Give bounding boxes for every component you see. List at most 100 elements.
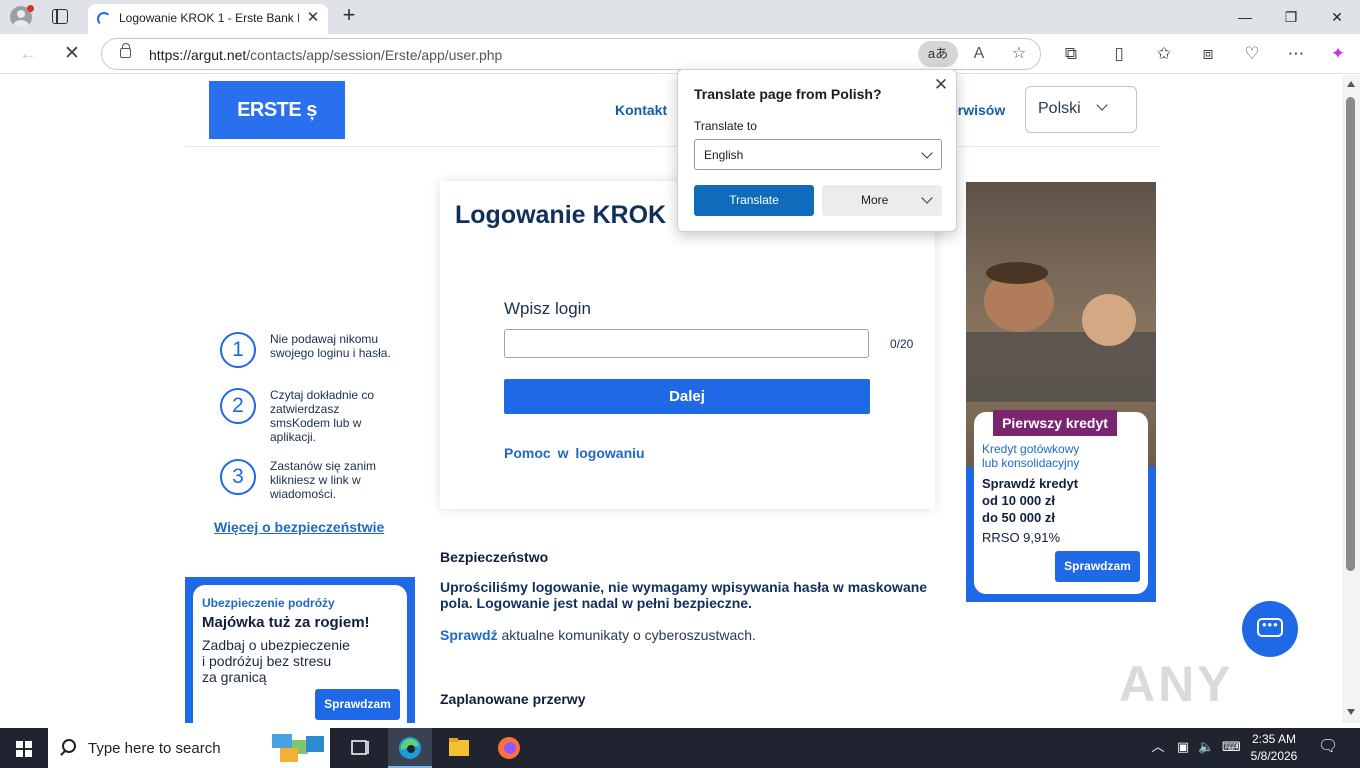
chevron-down-icon bbox=[1096, 99, 1108, 111]
translate-close-icon[interactable]: ✕ bbox=[933, 76, 949, 93]
next-button[interactable]: Dalej bbox=[504, 379, 870, 414]
search-icon bbox=[62, 739, 76, 753]
page-scrollbar[interactable] bbox=[1342, 75, 1360, 723]
promo-check-button[interactable]: Sprawdzam bbox=[315, 689, 400, 720]
ad-card: Kredyt gotówkowy lub konsolidacyjny Spra… bbox=[974, 412, 1148, 594]
tip-number: 1 bbox=[220, 332, 256, 368]
tab-title: Logowanie KROK 1 - Erste Bank Polska bbox=[119, 11, 299, 25]
notifications-icon[interactable]: 🗨 bbox=[1318, 739, 1338, 755]
split-screen-icon[interactable]: ▯ bbox=[1108, 43, 1130, 65]
login-help-link[interactable]: Pomoc w logowaniu bbox=[504, 445, 645, 461]
tip-text: Nie podawaj nikomu swojego loginu i hasł… bbox=[270, 332, 391, 360]
taskbar-search[interactable]: Type here to search bbox=[48, 728, 330, 768]
planned-breaks-heading: Zaplanowane przerwy bbox=[440, 691, 586, 707]
favorite-star-icon[interactable]: ☆ bbox=[1008, 43, 1030, 65]
tab-actions-icon[interactable] bbox=[52, 9, 68, 24]
address-bar[interactable]: https://argut.net/contacts/app/session/E… bbox=[101, 38, 1041, 70]
promo-body: Zadbaj o ubezpieczenie i podróżuj bez st… bbox=[202, 637, 350, 685]
scroll-down-icon[interactable] bbox=[1347, 709, 1355, 715]
chevron-down-icon bbox=[921, 192, 933, 204]
chat-button[interactable] bbox=[1242, 601, 1298, 657]
ad-check-button[interactable]: Sprawdzam bbox=[1055, 551, 1140, 582]
nav-serwisow[interactable]: erwisów bbox=[950, 102, 1005, 118]
security-more-link[interactable]: Więcej o bezpieczeństwie bbox=[214, 519, 384, 535]
erste-logo[interactable]: ERSTE ș bbox=[209, 81, 345, 139]
tab-close-icon[interactable]: ✕ bbox=[304, 9, 322, 27]
search-highlight-icon bbox=[272, 734, 324, 762]
volume-icon[interactable]: 🔈 bbox=[1198, 739, 1214, 755]
header-divider bbox=[185, 146, 1160, 147]
promo-subtitle: Ubezpieczenie podróży bbox=[202, 596, 335, 610]
ad-rrso: RRSO 9,91% bbox=[982, 530, 1061, 545]
active-tab[interactable]: Logowanie KROK 1 - Erste Bank Polska ✕ bbox=[88, 4, 328, 34]
promo-card: Ubezpieczenie podróży Majówka tuż za rog… bbox=[193, 585, 407, 723]
cyber-alerts: Sprawdź aktualne komunikaty o cyberoszus… bbox=[440, 627, 756, 643]
input-method-icon[interactable]: ⌨ bbox=[1222, 739, 1241, 755]
chevron-down-icon bbox=[921, 147, 933, 159]
lock-icon[interactable] bbox=[120, 43, 131, 58]
extensions-icon[interactable]: ⧉ bbox=[1060, 43, 1082, 65]
scroll-up-icon[interactable] bbox=[1347, 81, 1355, 87]
favorites-icon[interactable]: ✩ bbox=[1153, 43, 1175, 65]
credit-ad[interactable]: Kredyt gotówkowy lub konsolidacyjny Spra… bbox=[966, 182, 1156, 602]
ad-subtitle: Kredyt gotówkowy lub konsolidacyjny bbox=[982, 442, 1080, 470]
promo-title: Majówka tuż za rogiem! bbox=[202, 614, 370, 631]
back-icon[interactable]: ← bbox=[17, 43, 39, 65]
language-value: Polski bbox=[1038, 100, 1081, 117]
check-link[interactable]: Sprawdź bbox=[440, 627, 498, 643]
task-view-icon[interactable] bbox=[338, 728, 382, 768]
ad-badge: Pierwszy kredyt bbox=[993, 410, 1117, 436]
security-text: Uprościliśmy logowanie, nie wymagamy wpi… bbox=[440, 579, 928, 611]
web-page: ERSTE ș Kontakt erwisów Polski 1 Nie pod… bbox=[4, 75, 1342, 723]
tip-text: Czytaj dokładnie co zatwierdzasz smsKode… bbox=[270, 388, 375, 444]
firefox-icon[interactable] bbox=[487, 728, 531, 768]
tray-time[interactable]: 2:35 AM bbox=[1246, 732, 1302, 746]
minimize-icon[interactable]: — bbox=[1233, 6, 1257, 28]
translate-more-button[interactable]: More bbox=[822, 185, 942, 216]
translate-icon[interactable]: aあ bbox=[918, 41, 958, 67]
tip-number: 3 bbox=[220, 459, 256, 495]
login-title: Logowanie KROK bbox=[455, 201, 667, 229]
translate-language-select[interactable]: English bbox=[694, 139, 942, 170]
tray-date[interactable]: 5/8/2026 bbox=[1246, 749, 1302, 763]
ad-main-text: Sprawdź kredyt od 10 000 zł do 50 000 zł bbox=[982, 476, 1079, 525]
network-icon[interactable]: ▣ bbox=[1175, 739, 1191, 755]
file-explorer-icon[interactable] bbox=[437, 728, 481, 768]
windows-taskbar: Type here to search ︿ ▣ 🔈 ⌨ 2:35 AM 5/8/… bbox=[0, 728, 1360, 768]
loading-spinner-icon bbox=[97, 12, 111, 26]
browser-tab-bar: Logowanie KROK 1 - Erste Bank Polska ✕ +… bbox=[0, 0, 1360, 34]
search-placeholder: Type here to search bbox=[88, 740, 221, 757]
watermark: ANY RUN bbox=[1119, 656, 1233, 723]
edge-taskbar-icon[interactable] bbox=[388, 728, 432, 768]
tip-number: 2 bbox=[220, 388, 256, 424]
tip-text: Zastanów się zanim klikniesz w link w wi… bbox=[270, 459, 377, 501]
login-input[interactable] bbox=[504, 329, 869, 358]
login-char-counter: 0/20 bbox=[890, 337, 914, 351]
travel-insurance-promo: Ubezpieczenie podróży Majówka tuż za rog… bbox=[185, 577, 415, 723]
windows-start-icon[interactable] bbox=[16, 741, 32, 757]
new-tab-icon[interactable]: + bbox=[338, 4, 360, 26]
collections-icon[interactable]: ⧈ bbox=[1197, 43, 1219, 65]
translate-title: Translate page from Polish? bbox=[694, 86, 882, 102]
tray-chevron-up-icon[interactable]: ︿ bbox=[1150, 739, 1166, 755]
read-aloud-icon[interactable]: A bbox=[968, 43, 990, 65]
copilot-icon[interactable]: ✦ bbox=[1327, 43, 1349, 65]
notification-dot bbox=[27, 5, 34, 12]
stop-loading-icon[interactable]: ✕ bbox=[61, 43, 83, 65]
translate-button[interactable]: Translate bbox=[694, 185, 814, 216]
window-close-icon[interactable]: ✕ bbox=[1325, 6, 1349, 28]
translate-language-value: English bbox=[704, 148, 744, 162]
url-text[interactable]: https://argut.net/contacts/app/session/E… bbox=[149, 47, 502, 63]
performance-icon[interactable]: ♡ bbox=[1241, 43, 1263, 65]
security-heading: Bezpieczeństwo bbox=[440, 549, 549, 565]
settings-menu-icon[interactable]: ⋯ bbox=[1285, 43, 1307, 65]
nav-kontakt[interactable]: Kontakt bbox=[615, 102, 667, 118]
login-label: Wpisz login bbox=[504, 299, 591, 318]
translate-to-label: Translate to bbox=[694, 119, 757, 133]
browser-toolbar: ← ✕ https://argut.net/contacts/app/sessi… bbox=[0, 34, 1360, 74]
scroll-thumb[interactable] bbox=[1346, 97, 1355, 571]
language-select[interactable]: Polski bbox=[1025, 86, 1137, 133]
chat-icon bbox=[1257, 617, 1283, 637]
restore-icon[interactable]: ❐ bbox=[1279, 6, 1303, 28]
translate-popup: Translate page from Polish? ✕ Translate … bbox=[677, 69, 957, 232]
